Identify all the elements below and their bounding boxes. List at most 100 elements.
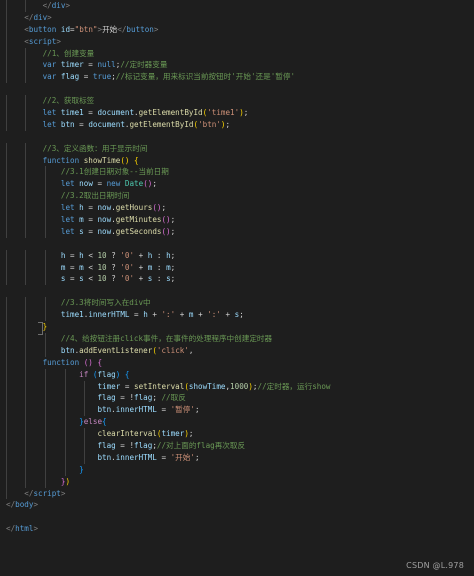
code-line-content: let time1 = document.getElementById('tim… xyxy=(6,108,249,118)
code-line[interactable]: var timer = null;//定时器变量 xyxy=(0,59,474,72)
code-line[interactable]: let s = now.getSeconds(); xyxy=(0,225,474,238)
code-token: script xyxy=(33,488,61,498)
code-token: //3、定义函数：用于显示时间 xyxy=(42,143,148,153)
code-token: showTime xyxy=(188,381,226,391)
code-line[interactable]: var flag = true;//标记变量，用来标识当前按钮时'开始'还是'暂… xyxy=(0,71,474,84)
code-token: + xyxy=(134,262,148,272)
code-line[interactable]: //3.2取出日期时间 xyxy=(0,190,474,203)
code-editor[interactable]: </div> </div> <button id="btn">开始</butto… xyxy=(0,0,474,576)
code-line[interactable]: m = m < 10 ? '0' + m : m; xyxy=(0,261,474,274)
code-token: = xyxy=(79,72,93,82)
code-token: '0' xyxy=(120,262,135,272)
code-line[interactable] xyxy=(0,285,474,297)
code-line-content: var flag = true;//标记变量，用来标识当前按钮时'开始'还是'暂… xyxy=(6,72,296,82)
code-line[interactable]: flag = !flag; //取反 xyxy=(0,392,474,405)
code-token: if xyxy=(79,369,89,379)
code-token: = xyxy=(83,215,98,225)
code-line-content: btn.innerHTML = '开始'; xyxy=(6,452,199,462)
code-line-content: </body> xyxy=(6,500,38,509)
code-token: btn xyxy=(97,452,112,462)
code-line[interactable]: clearInterval(timer); xyxy=(0,428,474,440)
code-line[interactable]: <script> xyxy=(0,35,474,48)
code-token: + xyxy=(175,310,189,320)
code-token: //标记变量，用来标识当前按钮时'开始'还是'暂停' xyxy=(115,72,296,82)
code-line[interactable]: btn.innerHTML = '开始'; xyxy=(0,451,474,464)
code-line[interactable]: //3、定义函数：用于显示时间 xyxy=(0,142,474,155)
code-line[interactable]: </div> xyxy=(0,0,474,12)
code-token: new xyxy=(106,179,121,189)
code-line-content: flag = !flag;//对上面的flag再次取反 xyxy=(6,441,245,450)
code-token: 'time1' xyxy=(207,108,240,118)
code-line[interactable]: //3.3将时间写入在div中 xyxy=(0,297,474,310)
code-token: time1 xyxy=(60,108,84,118)
code-token: </ xyxy=(6,500,16,510)
code-line[interactable]: flag = !flag;//对上面的flag再次取反 xyxy=(0,439,474,452)
code-token: = xyxy=(83,60,98,70)
code-token: let xyxy=(42,108,57,118)
code-token: { xyxy=(124,369,130,379)
code-token: //4、给按钮注册click事件，在事件的处理程序中创建定时器 xyxy=(60,333,273,343)
code-line[interactable]: <button id="btn">开始</button> xyxy=(0,23,474,36)
code-line-content: } xyxy=(6,465,84,474)
code-token: //对上面的flag再次取反 xyxy=(156,440,246,450)
code-line[interactable]: let btn = document.getElementById('btn')… xyxy=(0,118,474,131)
code-token: '0' xyxy=(120,250,135,260)
code-line[interactable]: } xyxy=(0,321,474,333)
code-line[interactable]: time1.innerHTML = h + ':' + m + ':' + s; xyxy=(0,309,474,322)
code-line[interactable]: function showTime() { xyxy=(0,154,474,167)
code-token: //3.3将时间写入在div中 xyxy=(60,298,151,308)
code-token: () xyxy=(143,179,153,189)
code-line[interactable]: }) xyxy=(0,475,474,488)
code-line-content: var timer = null;//定时器变量 xyxy=(6,60,168,70)
code-token: btn xyxy=(97,405,112,415)
code-token: = ! xyxy=(115,440,135,450)
code-token: ; xyxy=(170,226,176,236)
code-line[interactable] xyxy=(0,83,474,95)
code-token: </ xyxy=(6,524,16,534)
code-line[interactable]: btn.innerHTML = '暂停'; xyxy=(0,404,474,417)
code-line-content: let btn = document.getElementById('btn')… xyxy=(6,119,231,129)
code-token: Date xyxy=(124,179,144,189)
code-token: : xyxy=(152,274,167,284)
code-line[interactable] xyxy=(0,131,474,143)
code-line[interactable]: </div> xyxy=(0,11,474,24)
code-line[interactable]: </html> xyxy=(0,523,474,535)
code-token: = xyxy=(74,119,89,129)
code-token: > xyxy=(47,12,52,22)
code-token: < xyxy=(83,274,98,284)
code-line[interactable]: let now = new Date(); xyxy=(0,178,474,191)
code-line[interactable]: if (flag) { xyxy=(0,368,474,381)
code-token: //3.2取出日期时间 xyxy=(60,191,130,201)
code-token: now xyxy=(97,203,112,213)
code-line[interactable]: let h = now.getHours(); xyxy=(0,202,474,215)
code-line[interactable]: }else{ xyxy=(0,416,474,429)
code-line[interactable]: h = h < 10 ? '0' + h : h; xyxy=(0,249,474,262)
code-line-content: //3.3将时间写入在div中 xyxy=(6,298,151,307)
code-line[interactable]: } xyxy=(0,463,474,476)
code-line[interactable] xyxy=(0,238,474,250)
code-line[interactable]: </body> xyxy=(0,499,474,511)
code-token: flag xyxy=(60,72,80,82)
code-line[interactable]: let time1 = document.getElementById('tim… xyxy=(0,107,474,119)
code-token: var xyxy=(42,72,57,82)
code-token: true xyxy=(92,72,112,82)
code-line-content: //4、给按钮注册click事件，在事件的处理程序中创建定时器 xyxy=(6,334,272,343)
code-token: //定时器，运行show xyxy=(257,381,331,391)
code-line[interactable]: let m = now.getMinutes(); xyxy=(0,214,474,226)
code-line[interactable]: timer = setInterval(showTime,1000);//定时器… xyxy=(0,380,474,393)
code-token: ; xyxy=(194,405,200,415)
code-token: timer xyxy=(97,381,121,391)
code-line[interactable]: //1、创建变量 xyxy=(0,47,474,60)
code-line[interactable]: btn.addEventListener('click', xyxy=(0,344,474,357)
code-line[interactable] xyxy=(0,511,474,523)
code-line[interactable]: //4、给按钮注册click事件，在事件的处理程序中创建定时器 xyxy=(0,332,474,345)
code-line[interactable]: //3.1创建日期对象--当前日期 xyxy=(0,166,474,179)
code-area[interactable]: </div> </div> <button id="btn">开始</butto… xyxy=(0,0,474,535)
code-token: var xyxy=(42,60,57,70)
code-token: < xyxy=(83,250,98,260)
code-token: flag xyxy=(97,369,116,379)
code-line[interactable]: function () { xyxy=(0,356,474,369)
code-line[interactable]: s = s < 10 ? '0' + s : s; xyxy=(0,273,474,286)
code-line[interactable]: </script> xyxy=(0,487,474,500)
code-line[interactable]: //2、获取标签 xyxy=(0,95,474,108)
